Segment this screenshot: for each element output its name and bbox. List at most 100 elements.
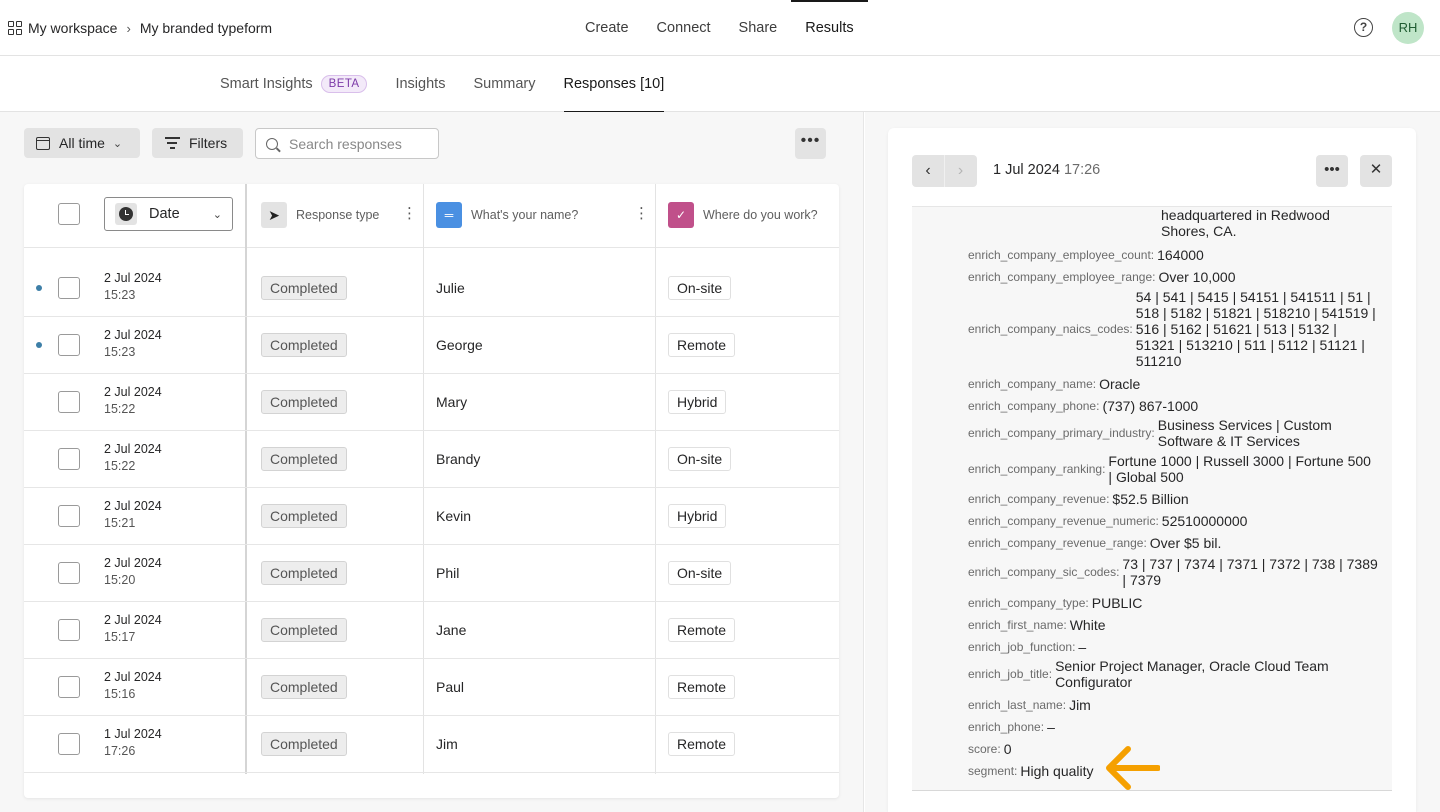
row-checkbox[interactable] bbox=[58, 733, 80, 755]
tab-smart-insights[interactable]: Smart Insights BETA bbox=[206, 56, 381, 112]
date-cell: 1 Jul 2024 17:26 bbox=[104, 726, 162, 760]
avatar[interactable]: RH bbox=[1392, 12, 1424, 44]
date-cell: 2 Jul 2024 15:22 bbox=[104, 384, 162, 418]
nav-share[interactable]: Share bbox=[725, 0, 792, 56]
row-time: 15:20 bbox=[104, 573, 136, 587]
sort-date-label: Date bbox=[149, 206, 180, 222]
table-row[interactable]: 2 Jul 2024 15:22 Completed Mary Hybrid bbox=[24, 374, 839, 431]
status-badge: Completed bbox=[261, 333, 347, 357]
row-checkbox[interactable] bbox=[58, 277, 80, 299]
annotation-arrow-icon bbox=[1106, 746, 1160, 790]
work-choice-tag: On-site bbox=[668, 561, 732, 585]
row-date: 2 Jul 2024 bbox=[104, 556, 162, 570]
nav-results[interactable]: Results bbox=[791, 0, 868, 56]
status-badge: Completed bbox=[261, 390, 347, 414]
field-value: $52.5 Billion bbox=[1112, 491, 1189, 507]
field-key: enrich_job_function: bbox=[968, 640, 1076, 654]
time-filter-button[interactable]: All time ⌄ bbox=[24, 128, 140, 158]
filter-icon bbox=[164, 137, 180, 149]
tab-responses[interactable]: Responses [10] bbox=[550, 56, 679, 113]
row-date: 2 Jul 2024 bbox=[104, 499, 162, 513]
workspace-grid-icon[interactable] bbox=[8, 21, 22, 35]
field-key: enrich_company_revenue_range: bbox=[968, 536, 1147, 550]
field-value: Jim bbox=[1069, 697, 1091, 713]
column-menu-icon[interactable]: ⋮ bbox=[402, 206, 417, 221]
field-key: enrich_company_phone: bbox=[968, 399, 1100, 413]
date-cell: 2 Jul 2024 15:22 bbox=[104, 441, 162, 475]
column-header-response-type[interactable]: ➤ Response type bbox=[261, 202, 379, 228]
date-cell: 2 Jul 2024 15:16 bbox=[104, 669, 162, 703]
select-all-checkbox[interactable] bbox=[58, 203, 80, 225]
table-row[interactable]: 2 Jul 2024 15:23 Completed Julie On-site bbox=[24, 260, 839, 317]
response-field: enrich_company_revenue_range: Over $5 bil… bbox=[968, 533, 1378, 553]
column-menu-icon[interactable]: ⋮ bbox=[634, 206, 649, 221]
row-checkbox[interactable] bbox=[58, 505, 80, 527]
row-checkbox[interactable] bbox=[58, 676, 80, 698]
table-row[interactable]: 2 Jul 2024 15:22 Completed Brandy On-site bbox=[24, 431, 839, 488]
checkmark-icon: ✓ bbox=[668, 202, 694, 228]
column-header-name[interactable]: ═ What's your name? bbox=[436, 202, 578, 228]
field-value: White bbox=[1069, 617, 1106, 633]
breadcrumb-form[interactable]: My branded typeform bbox=[140, 20, 272, 36]
response-field: enrich_company_employee_count: 164000 bbox=[968, 245, 1378, 265]
previous-response-button[interactable]: ‹ bbox=[912, 155, 944, 187]
close-icon[interactable]: ✕ bbox=[1360, 155, 1392, 187]
name-cell: Jane bbox=[436, 622, 467, 638]
unread-indicator bbox=[36, 285, 42, 291]
field-value: Over $5 bil. bbox=[1149, 535, 1222, 551]
more-options-button[interactable]: ••• bbox=[795, 128, 826, 159]
send-arrow-icon: ➤ bbox=[261, 202, 287, 228]
date-cell: 2 Jul 2024 15:20 bbox=[104, 555, 162, 589]
nav-connect[interactable]: Connect bbox=[643, 0, 725, 56]
row-date: 2 Jul 2024 bbox=[104, 385, 162, 399]
response-field: enrich_company_sic_codes: 73 | 737 | 7374… bbox=[968, 556, 1378, 588]
field-value: High quality bbox=[1020, 763, 1094, 779]
field-value: (737) 867-1000 bbox=[1102, 398, 1199, 414]
row-time: 15:16 bbox=[104, 687, 136, 701]
field-value: Fortune 1000 | Russell 3000 | Fortune 50… bbox=[1108, 453, 1371, 485]
table-row[interactable]: 1 Jul 2024 17:26 Completed Jim Remote bbox=[24, 716, 839, 773]
responses-panel: All time ⌄ Filters Search responses ••• … bbox=[0, 112, 864, 812]
column-label: What's your name? bbox=[471, 208, 579, 222]
row-checkbox[interactable] bbox=[58, 562, 80, 584]
breadcrumb-workspace[interactable]: My workspace bbox=[28, 20, 117, 36]
row-checkbox[interactable] bbox=[58, 391, 80, 413]
response-field: enrich_company_revenue_numeric: 525100000… bbox=[968, 511, 1378, 531]
filters-button[interactable]: Filters bbox=[152, 128, 243, 158]
field-value: – bbox=[1078, 639, 1087, 655]
table-row[interactable]: 2 Jul 2024 15:17 Completed Jane Remote bbox=[24, 602, 839, 659]
search-input[interactable]: Search responses bbox=[255, 128, 439, 159]
name-cell: Brandy bbox=[436, 451, 481, 467]
field-key: enrich_company_revenue: bbox=[968, 492, 1110, 506]
chevron-down-icon: ⌄ bbox=[112, 137, 123, 150]
response-navigation: ‹ › bbox=[912, 155, 977, 187]
row-date: 1 Jul 2024 bbox=[104, 727, 162, 741]
row-time: 15:22 bbox=[104, 459, 136, 473]
row-checkbox[interactable] bbox=[58, 448, 80, 470]
next-response-button[interactable]: › bbox=[944, 155, 976, 187]
nav-create[interactable]: Create bbox=[571, 0, 643, 56]
date-cell: 2 Jul 2024 15:17 bbox=[104, 612, 162, 646]
table-row[interactable]: 2 Jul 2024 15:23 Completed George Remote bbox=[24, 317, 839, 374]
row-time: 15:23 bbox=[104, 345, 136, 359]
breadcrumb: My workspace › My branded typeform bbox=[8, 0, 272, 56]
tab-insights[interactable]: Insights bbox=[381, 56, 459, 112]
column-label: Response type bbox=[296, 208, 380, 222]
status-badge: Completed bbox=[261, 675, 347, 699]
field-key: enrich_company_revenue_numeric: bbox=[968, 514, 1159, 528]
date-cell: 2 Jul 2024 15:23 bbox=[104, 327, 162, 361]
table-row[interactable]: 2 Jul 2024 15:20 Completed Phil On-site bbox=[24, 545, 839, 602]
table-row[interactable]: 2 Jul 2024 15:16 Completed Paul Remote bbox=[24, 659, 839, 716]
column-header-work[interactable]: ✓ Where do you work? bbox=[668, 202, 818, 228]
response-field: enrich_company_revenue: $52.5 Billion bbox=[968, 489, 1378, 509]
help-icon[interactable]: ? bbox=[1354, 18, 1373, 37]
field-value: 73 | 737 | 7374 | 7371 | 7372 | 738 | 73… bbox=[1122, 556, 1378, 588]
sort-date-select[interactable]: Date ⌄ bbox=[104, 197, 233, 231]
table-row[interactable]: 2 Jul 2024 15:21 Completed Kevin Hybrid bbox=[24, 488, 839, 545]
field-value: PUBLIC bbox=[1091, 595, 1143, 611]
tab-summary[interactable]: Summary bbox=[459, 56, 549, 112]
detail-more-button[interactable]: ••• bbox=[1316, 155, 1348, 187]
response-field: enrich_phone: – bbox=[968, 717, 1378, 737]
row-checkbox[interactable] bbox=[58, 619, 80, 641]
row-checkbox[interactable] bbox=[58, 334, 80, 356]
